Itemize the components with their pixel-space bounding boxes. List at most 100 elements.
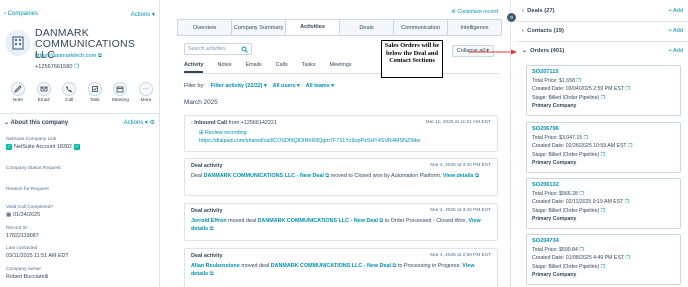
collapse-sidebar-button[interactable]: » xyxy=(507,13,516,22)
company-phone[interactable]: +12567661580 ❐ xyxy=(35,64,79,70)
order-date: Created Date: 02/26/2025 10:59 AM EST xyxy=(532,143,627,149)
card-text: Deal xyxy=(191,173,203,179)
order-price: Total Price: $1,658 xyxy=(532,77,575,84)
copy-icon[interactable]: ❐ xyxy=(625,86,630,92)
copy-icon[interactable]: ❐ xyxy=(625,255,630,261)
actor-link[interactable]: Allan Reubenstone xyxy=(191,263,240,269)
external-link-icon[interactable]: ⧉ xyxy=(208,226,214,232)
order-id-link[interactable]: SO204734 xyxy=(532,238,675,244)
prop-value[interactable]: NetSuite Account 18302 xyxy=(14,144,72,150)
activity-card-call[interactable]: › Inbound Call from +12566142221 Mar 11,… xyxy=(184,115,498,152)
prop-valid-call[interactable]: Valid Call Completed? ▦ 01/24/2025 xyxy=(6,205,156,218)
check-icon: ✓ xyxy=(6,144,12,150)
subtab-tasks[interactable]: Tasks xyxy=(302,62,316,73)
copy-icon[interactable]: ❐ xyxy=(628,143,633,149)
activity-panel: ⚙ Customize record Overview Company Summ… xyxy=(174,0,506,287)
primary-company-label: Primary Company xyxy=(532,216,577,222)
add-deal-button[interactable]: + Add xyxy=(669,8,683,14)
tab-company-summary[interactable]: Company Summary xyxy=(232,20,286,35)
filter-teams-dropdown[interactable]: All teams ▾ xyxy=(306,83,334,89)
order-card[interactable]: SO204734 Total Price: $590.84 ❐ Created … xyxy=(526,234,681,285)
deal-link[interactable]: DANMARK COMMUNICATIONS LLC - New Deal xyxy=(271,263,391,269)
copy-icon[interactable]: ❐ xyxy=(74,64,79,70)
add-contact-button[interactable]: + Add xyxy=(669,28,683,34)
prop-netsuite-link: NetSuite Company Link ✓ NetSuite Account … xyxy=(6,137,156,150)
gear-icon[interactable]: ⚙ xyxy=(150,120,155,126)
tab-communication[interactable]: Communication xyxy=(394,20,448,35)
copy-icon[interactable]: ❐ xyxy=(601,95,606,101)
prop-company-owner[interactable]: Company owner Robert Bucciarelli xyxy=(6,267,156,280)
call-action-button[interactable]: Call xyxy=(59,82,79,103)
back-to-companies-link[interactable]: ‹ Companies xyxy=(4,11,38,17)
email-icon xyxy=(40,86,47,92)
company-phone-text: +12567661580 xyxy=(35,64,73,70)
deal-link[interactable]: DANMARK COMMUNICATIONS LLC - New Deal xyxy=(204,173,324,179)
copy-icon[interactable]: ❐ xyxy=(584,135,589,141)
order-id-link[interactable]: SO206132 xyxy=(532,182,675,188)
tab-intelligence[interactable]: Intelligence xyxy=(448,20,501,35)
external-link-icon[interactable]: ⧉ xyxy=(391,263,398,269)
prop-status-request[interactable]: Company Status Request xyxy=(6,166,156,171)
copy-icon[interactable]: ❐ xyxy=(625,199,630,205)
actor-link[interactable]: Jerrold Effron xyxy=(191,218,227,224)
company-actions-menu[interactable]: Actions ▾ xyxy=(131,11,155,18)
deal-link[interactable]: DANMARK COMMUNICATIONS LLC - New Deal xyxy=(258,218,378,224)
copy-icon[interactable]: ❐ xyxy=(601,208,606,214)
calendar-icon: ▦ xyxy=(6,212,12,218)
prop-reason-request[interactable]: Reason for Request xyxy=(6,187,156,192)
card-title-suffix: from +12566142221 xyxy=(228,120,277,126)
task-action-button[interactable]: Task xyxy=(85,82,105,103)
view-details-link[interactable]: View details xyxy=(443,173,474,179)
card-text: moved to Closed won by Automation Platfo… xyxy=(330,173,442,179)
subtab-notes[interactable]: Notes xyxy=(217,62,231,73)
order-id-link[interactable]: SO206796 xyxy=(532,126,675,132)
deals-section-header[interactable]: › Deals (27) + Add xyxy=(522,5,683,17)
card-text: moved deal xyxy=(241,263,270,269)
contacts-section-header[interactable]: › Contacts (19) + Add xyxy=(522,25,683,37)
order-id-link[interactable]: SO207115 xyxy=(532,69,675,75)
activity-card-deal[interactable]: Deal activity Mar 4, 2025 at 2:59 PM EST… xyxy=(184,248,498,287)
prop-last-contacted: Last contacted 03/11/2025 11:51 AM EDT xyxy=(6,246,156,259)
email-action-button[interactable]: Email xyxy=(34,82,54,103)
subtab-meetings[interactable]: Meetings xyxy=(330,62,352,73)
annotation-callout: Sales Orders will be below the Deal and … xyxy=(381,40,443,78)
review-recording-link[interactable]: Review recording xyxy=(205,130,247,136)
order-card[interactable]: SO206796 Total Price: $3,047.15 ❐ Create… xyxy=(526,122,681,173)
order-card[interactable]: SO206132 Total Price: $566.28 ❐ Created … xyxy=(526,178,681,229)
external-link-icon[interactable]: ⧉ xyxy=(474,173,479,179)
meeting-action-button[interactable]: Meeting xyxy=(110,82,130,103)
tab-deals[interactable]: Deals xyxy=(340,20,394,35)
about-actions-menu[interactable]: Actions ▾ ⚙ xyxy=(124,119,155,126)
copy-icon[interactable]: ❐ xyxy=(579,247,584,253)
order-card[interactable]: SO207115 Total Price: $1,658 ❐ Created D… xyxy=(526,65,681,116)
meeting-icon xyxy=(116,86,124,93)
tab-overview[interactable]: Overview xyxy=(178,20,232,35)
external-link-icon[interactable]: ⧉ xyxy=(324,173,331,179)
prop-value: 17822119087 xyxy=(6,233,39,239)
about-section-header[interactable]: ⌄ About this company Actions ▾ ⚙ xyxy=(4,119,155,126)
customize-record-link[interactable]: ⚙ Customize record xyxy=(451,9,498,15)
external-link-icon[interactable]: ⧉ xyxy=(378,218,385,224)
external-link-icon[interactable]: ⧉ xyxy=(208,271,214,277)
subtab-calls[interactable]: Calls xyxy=(276,62,288,73)
order-date: Created Date: 03/04/2025 2:59 PM EST xyxy=(532,86,624,92)
note-action-button[interactable]: Note xyxy=(8,82,28,103)
activity-card-deal[interactable]: Deal activity Mar 4, 2025 at 3:44 PM EST… xyxy=(184,158,498,196)
subtab-activity[interactable]: Activity xyxy=(184,62,204,73)
company-url-link[interactable]: https://danmarktech.com ⧉ xyxy=(35,53,102,60)
copy-icon[interactable]: ❐ xyxy=(576,78,581,84)
tab-activities[interactable]: Activities xyxy=(286,20,340,35)
orders-section-header[interactable]: ⌄ Orders (401) + Add xyxy=(522,45,683,57)
subtab-emails[interactable]: Emails xyxy=(246,62,262,73)
copy-icon[interactable]: ❐ xyxy=(601,152,606,158)
add-order-button[interactable]: + Add xyxy=(669,48,683,54)
filter-users-dropdown[interactable]: All users ▾ xyxy=(273,83,300,89)
record-tabs: Overview Company Summary Activities Deal… xyxy=(177,19,502,36)
copy-icon[interactable]: ❐ xyxy=(601,264,606,270)
activity-card-deal[interactable]: Deal activity Mar 4, 2025 at 3:44 PM EST… xyxy=(184,203,498,241)
recording-url-link[interactable]: https://dialpad.com/shared/call/COSDf9QI… xyxy=(199,137,491,145)
filter-activity-dropdown[interactable]: Filter activity (22/22) ▾ xyxy=(211,83,267,89)
more-action-button[interactable]: ··· More xyxy=(136,82,156,103)
copy-icon[interactable]: ❐ xyxy=(579,191,584,197)
search-activities-input[interactable]: Search activities xyxy=(184,43,252,55)
